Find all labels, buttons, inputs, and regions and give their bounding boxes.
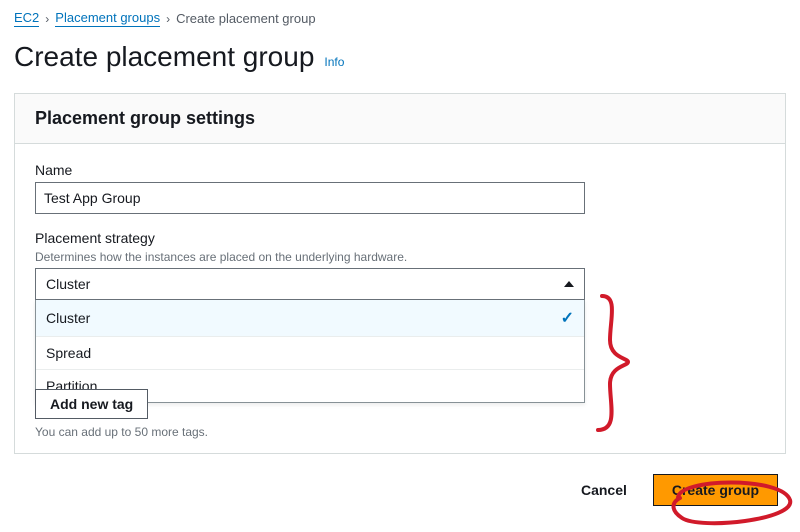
caret-up-icon	[564, 281, 574, 287]
strategy-select[interactable]: Cluster	[35, 268, 585, 300]
option-label: Spread	[46, 345, 91, 361]
settings-panel: Placement group settings Name Placement …	[14, 93, 786, 454]
chevron-right-icon: ›	[166, 12, 170, 26]
strategy-dropdown: Cluster ✓ Spread Partition	[35, 300, 585, 403]
panel-body: Name Placement strategy Determines how t…	[15, 144, 785, 453]
name-input[interactable]	[35, 182, 585, 214]
field-strategy: Placement strategy Determines how the in…	[35, 230, 765, 403]
cancel-button[interactable]: Cancel	[569, 474, 639, 506]
strategy-description: Determines how the instances are placed …	[35, 250, 765, 264]
check-icon: ✓	[561, 308, 574, 328]
strategy-label: Placement strategy	[35, 230, 765, 246]
field-name: Name	[35, 162, 765, 214]
strategy-option-spread[interactable]: Spread	[36, 337, 584, 370]
create-group-button[interactable]: Create group	[653, 474, 778, 506]
tags-section: Add new tag You can add up to 50 more ta…	[35, 389, 765, 439]
breadcrumb: EC2 › Placement groups › Create placemen…	[0, 0, 800, 33]
chevron-right-icon: ›	[45, 12, 49, 26]
tag-hint: You can add up to 50 more tags.	[35, 425, 765, 439]
option-label: Cluster	[46, 310, 90, 326]
footer-actions: Cancel Create group	[0, 466, 800, 506]
name-label: Name	[35, 162, 765, 178]
breadcrumb-link-ec2[interactable]: EC2	[14, 10, 39, 27]
strategy-selected-value: Cluster	[46, 276, 90, 292]
page-title-text: Create placement group	[14, 41, 314, 73]
panel-header: Placement group settings	[15, 94, 785, 144]
add-new-tag-button[interactable]: Add new tag	[35, 389, 148, 419]
breadcrumb-link-placement-groups[interactable]: Placement groups	[55, 10, 160, 27]
page-title: Create placement group Info	[0, 33, 800, 89]
strategy-option-cluster[interactable]: Cluster ✓	[36, 300, 584, 337]
info-link[interactable]: Info	[324, 55, 344, 69]
breadcrumb-current: Create placement group	[176, 11, 315, 26]
